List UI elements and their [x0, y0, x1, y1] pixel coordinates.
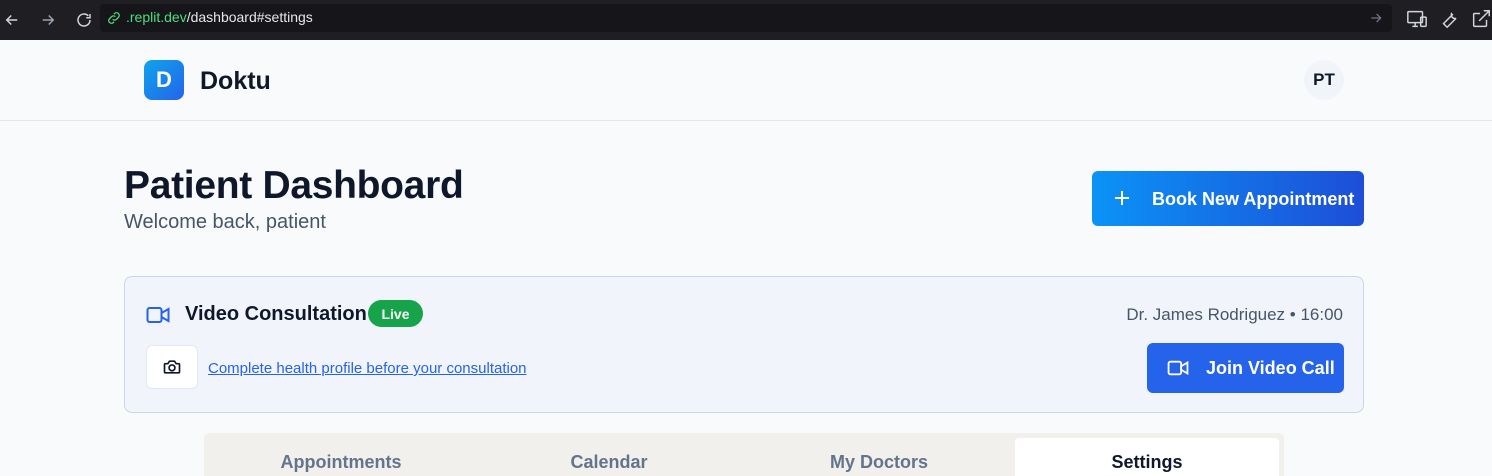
video-consultation-card: Video Consultation Live Dr. James Rodrig…: [124, 276, 1364, 413]
camera-icon: [163, 360, 181, 374]
page-subtitle: Welcome back, patient: [124, 211, 326, 233]
go-icon[interactable]: [1368, 10, 1384, 26]
tab-my-doctors[interactable]: My Doctors: [747, 438, 1011, 476]
video-camera-icon: [1167, 360, 1189, 376]
link-icon: [108, 12, 120, 24]
book-new-appointment-button[interactable]: Book New Appointment: [1092, 171, 1364, 226]
url-text: .replit.dev/dashboard#settings: [126, 9, 313, 25]
join-button-label: Join Video Call: [1206, 358, 1335, 378]
browser-toolbar: .replit.dev/dashboard#settings: [0, 0, 1492, 40]
avatar[interactable]: PT: [1304, 60, 1344, 100]
reload-icon[interactable]: [72, 8, 96, 32]
page-title: Patient Dashboard: [124, 164, 464, 207]
tab-appointments[interactable]: Appointments: [209, 438, 473, 476]
app-header: D Doktu PT: [0, 40, 1492, 121]
back-icon[interactable]: [0, 8, 24, 32]
brand-name[interactable]: Doktu: [200, 67, 271, 96]
book-button-label: Book New Appointment: [1152, 189, 1355, 209]
complete-profile-link[interactable]: Complete health profile before your cons…: [208, 360, 527, 377]
plus-icon: [1115, 191, 1129, 205]
consultation-title: Video Consultation: [185, 303, 367, 325]
live-badge: Live: [368, 300, 423, 327]
wrench-icon[interactable]: [1438, 8, 1460, 30]
open-external-icon[interactable]: [1470, 8, 1492, 30]
address-bar[interactable]: .replit.dev/dashboard#settings: [100, 4, 1392, 32]
doctor-time: Dr. James Rodriguez • 16:00: [1126, 305, 1343, 324]
camera-button[interactable]: [146, 345, 198, 389]
tab-settings[interactable]: Settings: [1015, 438, 1279, 476]
join-video-call-button[interactable]: Join Video Call: [1147, 343, 1344, 393]
url-path: /dashboard#settings: [186, 9, 313, 25]
url-host: .replit.dev: [126, 9, 187, 25]
forward-icon[interactable]: [36, 8, 60, 32]
devices-icon[interactable]: [1406, 8, 1428, 30]
dashboard-tabs: Appointments Calendar My Doctors Setting…: [204, 433, 1284, 476]
tab-calendar[interactable]: Calendar: [477, 438, 741, 476]
video-camera-icon: [146, 307, 170, 323]
logo-badge[interactable]: D: [144, 60, 184, 100]
